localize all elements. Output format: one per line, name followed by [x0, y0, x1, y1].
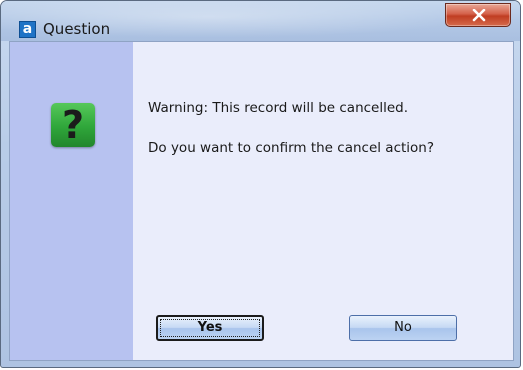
question-mark-icon: ?	[51, 103, 95, 147]
question-mark-glyph: ?	[61, 103, 85, 147]
yes-button[interactable]: Yes	[156, 315, 264, 341]
window-title: Question	[43, 20, 111, 38]
question-dialog-window: a Question ? Warning: This record will b…	[0, 0, 521, 368]
dialog-body: ? Warning: This record will be cancelled…	[9, 41, 514, 361]
icon-panel: ?	[10, 42, 133, 360]
app-logo-icon: a	[19, 21, 36, 38]
no-button[interactable]: No	[349, 315, 457, 341]
warning-message: Warning: This record will be cancelled.	[148, 100, 409, 116]
close-x-icon	[472, 9, 486, 22]
confirm-question: Do you want to confirm the cancel action…	[148, 140, 435, 156]
title-bar[interactable]: a Question	[1, 1, 520, 41]
close-button[interactable]	[445, 3, 511, 27]
